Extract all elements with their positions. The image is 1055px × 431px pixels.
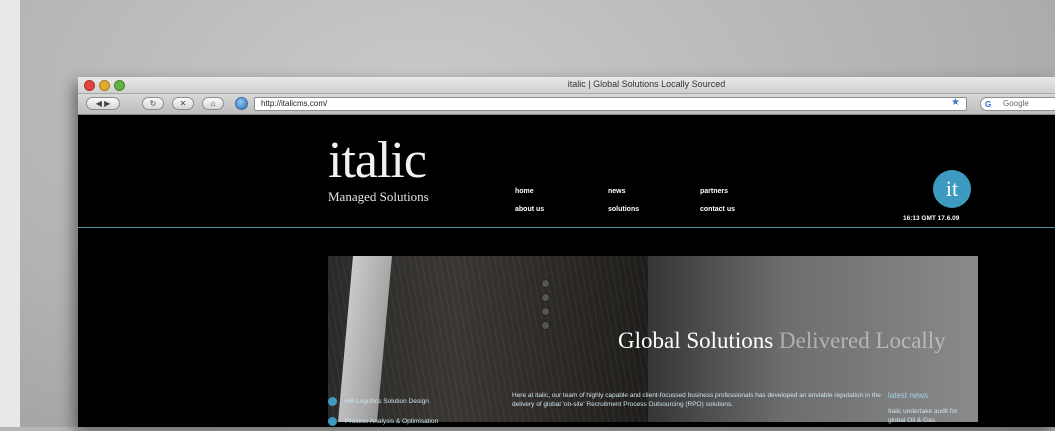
jacket-buttons	[541, 274, 550, 330]
reload-button[interactable]: ↻	[142, 97, 164, 110]
browser-window: italic | Global Solutions Locally Source…	[78, 77, 1055, 427]
search-placeholder: Google	[1003, 99, 1029, 108]
url-text: http://italicms.com/	[261, 99, 328, 108]
search-field[interactable]: G Google	[980, 97, 1055, 111]
nav-home-link[interactable]: home	[515, 188, 534, 195]
nav-solutions-link[interactable]: solutions	[608, 206, 639, 213]
back-arrow-icon[interactable]: ◀	[96, 99, 102, 108]
nav-about-link[interactable]: about us	[515, 206, 544, 213]
site-logo[interactable]: italic	[328, 135, 427, 187]
hero-banner: Global Solutions Delivered Locally	[328, 256, 978, 422]
site-logo-subtitle: Managed Solutions	[328, 189, 429, 204]
nav-news-link[interactable]: news	[608, 188, 626, 195]
stop-icon: ✕	[179, 99, 187, 108]
address-bar[interactable]: http://italicms.com/	[254, 97, 967, 111]
window-title: italic | Global Solutions Locally Source…	[567, 79, 726, 89]
nav-partners-link[interactable]: partners	[700, 188, 728, 195]
hero-title-faded: Delivered Locally	[779, 328, 946, 353]
reload-icon: ↻	[149, 99, 157, 108]
browser-toolbar: ◀ ▶ ↻ ✕ ⌂ http://italicms.com/ ★ G Googl…	[78, 94, 1055, 115]
webpage: italic Managed Solutions home news partn…	[78, 115, 1055, 427]
home-icon: ⌂	[210, 99, 216, 108]
stop-button[interactable]: ✕	[172, 97, 194, 110]
hero-title: Global Solutions Delivered Locally	[618, 328, 946, 354]
globe-icon	[235, 97, 248, 110]
brand-badge-icon: it	[933, 170, 971, 208]
desk-background	[0, 0, 20, 427]
forward-arrow-icon[interactable]: ▶	[104, 99, 110, 108]
home-button[interactable]: ⌂	[202, 97, 224, 110]
nav-contact-link[interactable]: contact us	[700, 206, 735, 213]
bookmark-star-icon[interactable]: ★	[951, 97, 960, 108]
hero-title-strong: Global Solutions	[618, 328, 774, 353]
clock-readout: 16:13 GMT 17.6.09	[903, 215, 960, 222]
google-icon: G	[985, 100, 992, 109]
site-header: italic Managed Solutions home news partn…	[78, 115, 1055, 228]
back-forward-buttons[interactable]: ◀ ▶	[86, 97, 120, 110]
title-bar: italic | Global Solutions Locally Source…	[78, 77, 1055, 94]
